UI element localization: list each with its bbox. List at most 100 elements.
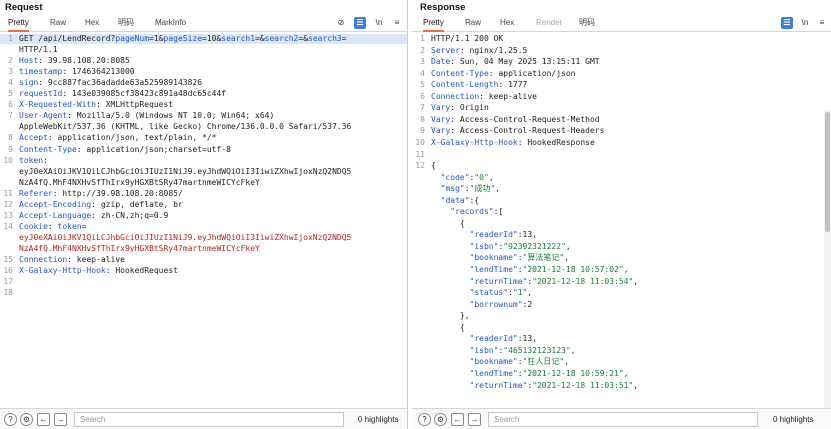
code-line[interactable]: NzA4fQ.MhF4NXHvSfThIrx9yHGXBtSRy47martnm… <box>0 244 407 254</box>
settings-icon[interactable]: ⚙ <box>20 413 33 426</box>
code-token: : 1746364213000 <box>62 67 135 77</box>
code-line[interactable]: "bookname":"算法笔记", <box>412 253 831 263</box>
code-token: : Sun, 04 May 2025 13:15:11 GMT <box>450 57 600 67</box>
line-code: sign: 9cc887fac36adadde63a525989143826 <box>19 78 202 88</box>
response-tab-raw[interactable]: Raw <box>465 17 481 32</box>
code-line[interactable]: 6 Connection: keep-alive <box>412 92 831 102</box>
code-line[interactable]: 3 timestamp: 1746364213000 <box>0 67 407 77</box>
line-code: Host: 39.98.108.20:8085 <box>19 56 130 66</box>
code-line[interactable]: "lendTime":"2021-12-18 10:59:21", <box>412 369 831 379</box>
code-line[interactable]: 18 <box>0 288 407 298</box>
request-tab-pretty[interactable]: Pretty <box>8 17 29 32</box>
code-token: Content-Length <box>431 80 499 90</box>
response-tab-hex[interactable]: Hex <box>500 17 514 32</box>
help-icon[interactable]: ? <box>4 413 17 426</box>
response-tab-pretty[interactable]: Pretty <box>423 17 444 32</box>
code-token: , <box>570 345 576 355</box>
code-line[interactable]: { <box>412 323 831 333</box>
code-line[interactable]: 17 <box>0 277 407 287</box>
code-line[interactable]: 12 Accept-Encoding: gzip, deflate, br <box>0 200 407 210</box>
request-tab-raw[interactable]: Raw <box>50 17 66 32</box>
code-line[interactable]: 1 HTTP/1.1 200 OK <box>412 34 831 44</box>
code-line[interactable]: "readerId":13, <box>412 230 831 240</box>
code-line[interactable]: 12 { <box>412 161 831 171</box>
list-icon[interactable]: ☰ <box>354 17 366 29</box>
code-line[interactable]: "readerId":13, <box>412 334 831 344</box>
next-icon[interactable]: → <box>468 413 481 426</box>
request-tab-hex[interactable]: Hex <box>85 17 99 32</box>
code-line[interactable]: "bookname":"狂人日记", <box>412 357 831 367</box>
code-line[interactable]: NzA4fQ.MhF4NXHvSfThIrx9yHGXBtSRy47martnm… <box>0 178 407 188</box>
code-line[interactable]: 4 sign: 9cc887fac36adadde63a525989143826 <box>0 78 407 88</box>
code-line[interactable]: "borrownum":2 <box>412 300 831 310</box>
code-line[interactable]: 8 Accept: application/json, text/plain, *… <box>0 133 407 143</box>
request-tab-mingma[interactable]: 明码 <box>118 17 134 32</box>
code-line[interactable]: eyJ0eXAiOiJKV1QiLCJhbGciOiJIUzI1NiJ9.eyJ… <box>0 167 407 177</box>
list-icon[interactable]: ☰ <box>781 17 793 29</box>
code-line[interactable]: "returnTime":"2021-12-18 11:03:51", <box>412 381 831 391</box>
code-line[interactable]: 14 Cookie: token= <box>0 222 407 232</box>
newline-icon[interactable]: \n <box>799 17 811 29</box>
response-scrollbar-thumb[interactable] <box>825 112 830 232</box>
code-line[interactable]: 6 X-Requested-With: XMLHttpRequest <box>0 100 407 110</box>
code-line[interactable]: 2 Server: nginx/1.25.5 <box>412 46 831 56</box>
code-line[interactable]: 1 GET /api/LendRecord?pageNum=1&pageSize=… <box>0 34 407 45</box>
menu-icon[interactable]: ≡ <box>816 17 828 29</box>
code-line[interactable]: 2 Host: 39.98.108.20:8085 <box>0 56 407 66</box>
prev-icon[interactable]: ← <box>37 413 50 426</box>
line-number: 13 <box>3 210 13 220</box>
response-search-input[interactable]: Search <box>488 412 758 427</box>
prev-icon[interactable]: ← <box>451 413 464 426</box>
response-tab-mingma[interactable]: 明码 <box>579 17 595 32</box>
code-line[interactable]: "isbn":"92392321222", <box>412 242 831 252</box>
code-line[interactable]: 13 Accept-Language: zh-CN,zh;q=0.9 <box>0 211 407 221</box>
code-line[interactable]: 9 Content-Type: application/json;charset=… <box>0 145 407 155</box>
line-number: 15 <box>3 255 13 264</box>
code-line[interactable]: "msg":"成功", <box>412 184 831 194</box>
code-line[interactable]: 10 token: <box>0 156 407 166</box>
request-tab-markinfo[interactable]: MarkInfo <box>155 17 186 32</box>
code-token: , <box>564 357 569 367</box>
code-line[interactable]: 16 X-Galaxy-Http-Hook: HookedRequest <box>0 266 407 276</box>
response-editor[interactable]: 1 HTTP/1.1 200 OK 2 Server: nginx/1.25.5 3 Da… <box>412 32 831 408</box>
line-code: }, <box>431 311 470 321</box>
code-line[interactable]: HTTP/1.1 <box>0 45 407 55</box>
code-line[interactable]: 11 <box>412 150 831 160</box>
code-line[interactable]: 10 X-Galaxy-Http-Hook: HookedResponse <box>412 138 831 148</box>
menu-icon[interactable]: ≡ <box>391 17 403 29</box>
code-line[interactable]: "lendTime":"2021-12-18 10:57:02", <box>412 265 831 275</box>
code-line[interactable]: "status":"1", <box>412 288 831 298</box>
line-code: "readerId":13, <box>431 230 537 240</box>
code-line[interactable]: "returnTime":"2021-12-18 11:03:54", <box>412 277 831 287</box>
code-line[interactable]: }, <box>412 311 831 321</box>
code-line[interactable]: eyJ0eXAiOiJKV1QiLCJhbGciOiJIUzI1NiJ9.eyJ… <box>0 233 407 243</box>
settings-icon[interactable]: ⚙ <box>434 413 447 426</box>
newline-icon[interactable]: \n <box>373 17 385 29</box>
code-line[interactable]: 11 Referer: http://39.98.108.20:8085/ <box>0 189 407 199</box>
code-line[interactable]: { <box>412 219 831 229</box>
help-icon[interactable]: ? <box>418 413 431 426</box>
code-line[interactable]: "records":[ <box>412 207 831 217</box>
code-line[interactable]: 15 Connection: keep-alive <box>0 255 407 265</box>
code-token: NzA4fQ.MhF4NXHvSfThIrx9yHGXBtSRy47martnm… <box>19 243 260 253</box>
code-line[interactable]: 5 Content-Length: 1777 <box>412 80 831 90</box>
code-line[interactable]: "code":"0", <box>412 173 831 183</box>
code-line[interactable]: 9 Vary: Access-Control-Request-Headers <box>412 126 831 136</box>
code-line[interactable]: AppleWebKit/537.36 (KHTML, like Gecko) C… <box>0 122 407 132</box>
request-search-input[interactable]: Search <box>74 412 344 427</box>
code-line[interactable]: 4 Content-Type: application/json <box>412 69 831 79</box>
code-line[interactable]: "data":{ <box>412 196 831 206</box>
code-line[interactable]: 5 requestId: 143e039085cf38423c891a48dc65… <box>0 89 407 99</box>
response-scrollbar[interactable] <box>824 110 831 408</box>
code-line[interactable]: "isbn":"465132123123", <box>412 346 831 356</box>
code-line[interactable]: 8 Vary: Access-Control-Request-Method <box>412 115 831 125</box>
request-tabbar: Pretty Raw Hex 明码 MarkInfo ⊘ ☰ \n ≡ <box>0 14 407 32</box>
request-editor[interactable]: 1 GET /api/LendRecord?pageNum=1&pageSize=… <box>0 32 407 408</box>
next-icon[interactable]: → <box>54 413 67 426</box>
response-tab-render[interactable]: Render <box>536 17 562 32</box>
line-code: GET /api/LendRecord?pageNum=1&pageSize=1… <box>19 34 347 44</box>
code-line[interactable]: 3 Date: Sun, 04 May 2025 13:15:11 GMT <box>412 57 831 67</box>
hide-icon[interactable]: ⊘ <box>335 17 347 29</box>
code-line[interactable]: 7 User-Agent: Mozilla/5.0 (Windows NT 10.… <box>0 111 407 121</box>
code-line[interactable]: 7 Vary: Origin <box>412 103 831 113</box>
